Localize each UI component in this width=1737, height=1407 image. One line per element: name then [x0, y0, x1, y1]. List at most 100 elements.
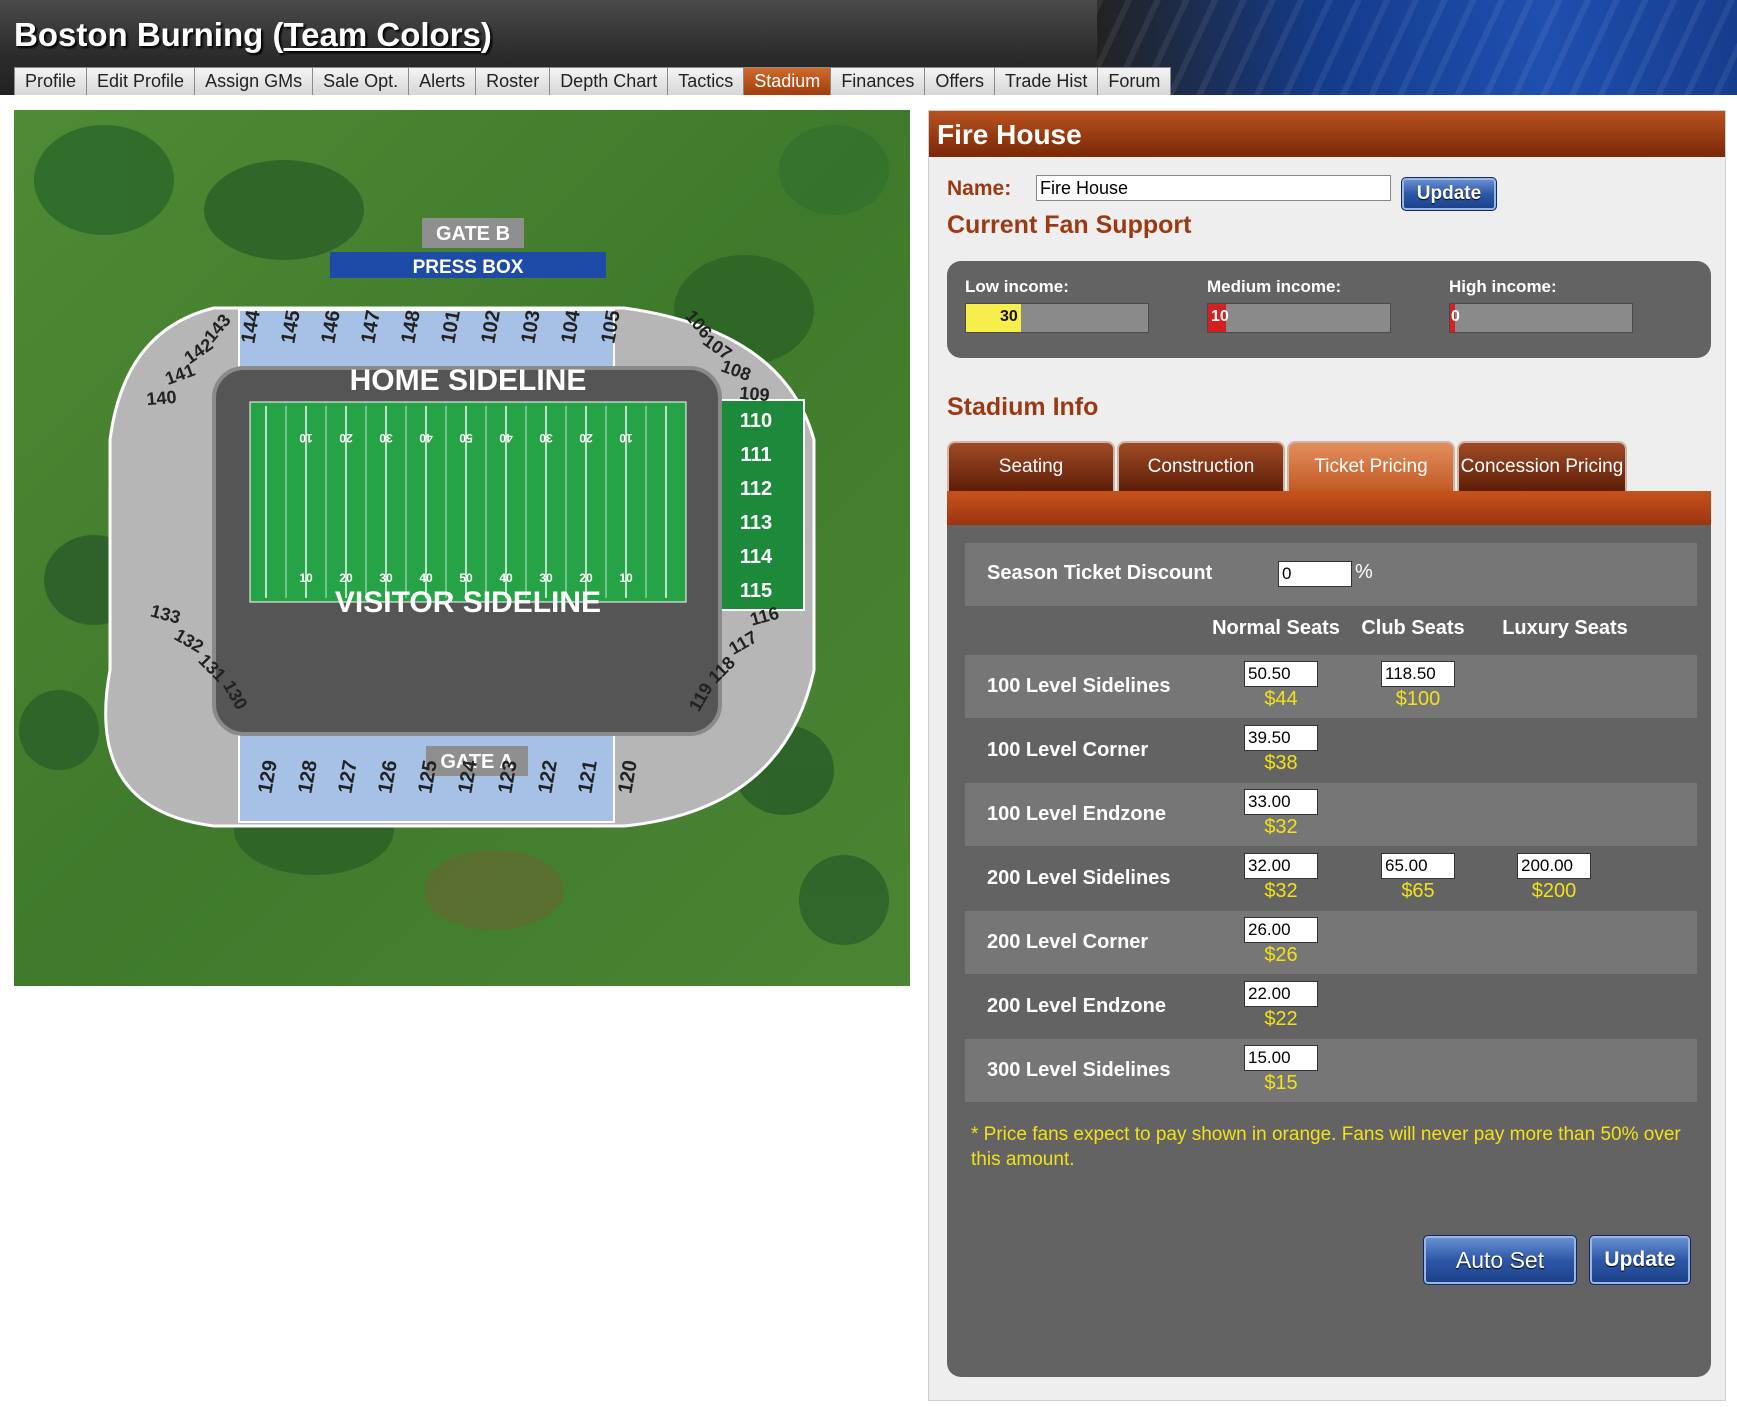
team-name: Boston Burning — [14, 16, 264, 53]
fan-low-label: Low income: — [965, 277, 1069, 296]
fan-medium-income: Medium income: 10 — [1207, 277, 1407, 333]
nav-tab-stadium[interactable]: Stadium — [744, 67, 832, 95]
stadium-info-tabs: Seating Construction Ticket Pricing Conc… — [947, 441, 1711, 491]
nav-tab-offers[interactable]: Offers — [925, 67, 996, 95]
price-row: 100 Level Corner $38 — [965, 719, 1697, 782]
season-discount-row: Season Ticket Discount % — [965, 543, 1697, 606]
gate-b-label: GATE B — [436, 223, 510, 245]
fan-high-income: High income: 0 — [1449, 277, 1649, 333]
tab-concession-pricing[interactable]: Concession Pricing — [1457, 441, 1627, 491]
map-section-label[interactable]: 140 — [146, 387, 178, 410]
club-seats-expected-price: $65 — [1401, 880, 1435, 902]
price-row-label: 300 Level Sidelines — [987, 1059, 1171, 1081]
update-name-button[interactable]: Update — [1401, 177, 1497, 211]
yard-number: 30 — [539, 431, 553, 445]
normal-seats-price-input[interactable] — [1244, 853, 1318, 879]
tab-ticket-pricing[interactable]: Ticket Pricing — [1287, 441, 1455, 491]
price-row: 200 Level Corner $26 — [965, 911, 1697, 974]
normal-seats-price-input[interactable] — [1244, 1045, 1318, 1071]
yard-number: 20 — [579, 431, 593, 445]
price-row: 200 Level Endzone $22 — [965, 975, 1697, 1038]
normal-seats-price-input[interactable] — [1244, 981, 1318, 1007]
nav-tab-alerts[interactable]: Alerts — [409, 67, 477, 95]
price-row-label: 100 Level Corner — [987, 739, 1149, 761]
nav-tab-depth-chart[interactable]: Depth Chart — [550, 67, 669, 95]
stadium-info-heading: Stadium Info — [947, 393, 1099, 421]
nav-tab-forum[interactable]: Forum — [1098, 67, 1172, 95]
visitor-sideline-label: VISITOR SIDELINE — [335, 586, 601, 619]
price-row-label: 200 Level Endzone — [987, 995, 1166, 1017]
yard-number: 10 — [619, 571, 633, 585]
map-section-label[interactable]: 111 — [740, 444, 771, 466]
name-label: Name: — [947, 177, 1012, 200]
tab-construction[interactable]: Construction — [1117, 441, 1285, 491]
nav-tab-assign-gms[interactable]: Assign GMs — [195, 67, 314, 95]
stadium-map: GATE B PRESS BOX HOME SIDELINE VISITOR S… — [14, 110, 910, 986]
map-section-label[interactable]: 113 — [740, 512, 772, 534]
map-section-label[interactable]: 112 — [740, 478, 772, 500]
tab-content-header — [947, 491, 1711, 525]
header: Boston Burning (Team Colors) Profile Edit… — [0, 0, 1737, 95]
nav-tab-trade-hist[interactable]: Trade Hist — [995, 67, 1099, 95]
price-row: 200 Level Sidelines $32 $65 $200 — [965, 847, 1697, 910]
luxury-seats-price-input[interactable] — [1517, 853, 1591, 879]
tab-seating[interactable]: Seating — [947, 441, 1115, 491]
auto-set-button[interactable]: Auto Set — [1423, 1235, 1577, 1285]
fan-support-box: Low income: 30 Medium income: 10 High in… — [947, 261, 1711, 358]
season-discount-label: Season Ticket Discount — [987, 562, 1213, 584]
yard-number: 30 — [379, 571, 393, 585]
main-nav: Profile Edit Profile Assign GMs Sale Opt. Al… — [14, 67, 1172, 95]
fan-low-income: Low income: 30 — [965, 277, 1165, 333]
yard-number: 50 — [459, 571, 473, 585]
yard-number: 50 — [459, 431, 473, 445]
club-seats-price-input[interactable] — [1381, 853, 1455, 879]
normal-seats-price-input[interactable] — [1244, 789, 1318, 815]
nav-tab-roster[interactable]: Roster — [476, 67, 551, 95]
column-club-seats: Club Seats — [1361, 617, 1465, 639]
club-seats-expected-price: $100 — [1395, 688, 1441, 710]
team-colors-link[interactable]: Team Colors — [283, 16, 480, 53]
nav-tab-finances[interactable]: Finances — [831, 67, 926, 95]
stadium-name-title: Fire House — [937, 119, 1082, 150]
normal-seats-price-input[interactable] — [1244, 725, 1318, 751]
normal-seats-expected-price: $32 — [1264, 880, 1298, 902]
map-section-label[interactable]: 110 — [740, 410, 772, 432]
fan-high-value: 0 — [1451, 308, 1460, 325]
normal-seats-price-input[interactable] — [1244, 661, 1318, 687]
yard-number: 40 — [499, 571, 513, 585]
stadium-name-input[interactable] — [1036, 175, 1391, 201]
price-row-label: 200 Level Corner — [987, 931, 1149, 953]
normal-seats-expected-price: $38 — [1264, 752, 1298, 774]
nav-tab-sale-opt[interactable]: Sale Opt. — [313, 67, 410, 95]
club-seats-price-input[interactable] — [1381, 661, 1455, 687]
luxury-seats-expected-price: $200 — [1531, 880, 1577, 902]
price-row: 300 Level Sidelines $15 — [965, 1039, 1697, 1102]
price-row: 100 Level Endzone $32 — [965, 783, 1697, 846]
normal-seats-expected-price: $22 — [1264, 1008, 1298, 1030]
nav-tab-edit-profile[interactable]: Edit Profile — [87, 67, 196, 95]
map-section-label[interactable]: 115 — [740, 580, 772, 602]
fan-medium-value: 10 — [1211, 308, 1229, 325]
normal-seats-expected-price: $44 — [1264, 688, 1298, 710]
map-section-label[interactable]: 109 — [739, 383, 771, 406]
yard-number: 10 — [619, 431, 633, 445]
home-sideline-label: HOME SIDELINE — [350, 364, 587, 397]
yard-number: 10 — [299, 431, 313, 445]
price-row-label: 200 Level Sidelines — [987, 867, 1171, 889]
yard-number: 40 — [419, 571, 433, 585]
normal-seats-price-input[interactable] — [1244, 917, 1318, 943]
normal-seats-expected-price: $15 — [1264, 1072, 1298, 1094]
yard-number: 30 — [539, 571, 553, 585]
fan-support-heading: Current Fan Support — [947, 211, 1192, 239]
yard-number: 20 — [339, 571, 353, 585]
fan-high-bar: 0 — [1449, 303, 1633, 333]
season-discount-input[interactable] — [1278, 561, 1352, 587]
nav-tab-tactics[interactable]: Tactics — [668, 67, 745, 95]
fan-medium-label: Medium income: — [1207, 277, 1342, 296]
map-section-label[interactable]: 114 — [740, 546, 773, 568]
fan-low-value: 30 — [1000, 308, 1018, 325]
nav-tab-profile[interactable]: Profile — [14, 67, 88, 95]
price-row-label: 100 Level Sidelines — [987, 675, 1171, 697]
update-prices-button[interactable]: Update — [1589, 1235, 1691, 1285]
yard-number: 40 — [499, 431, 513, 445]
